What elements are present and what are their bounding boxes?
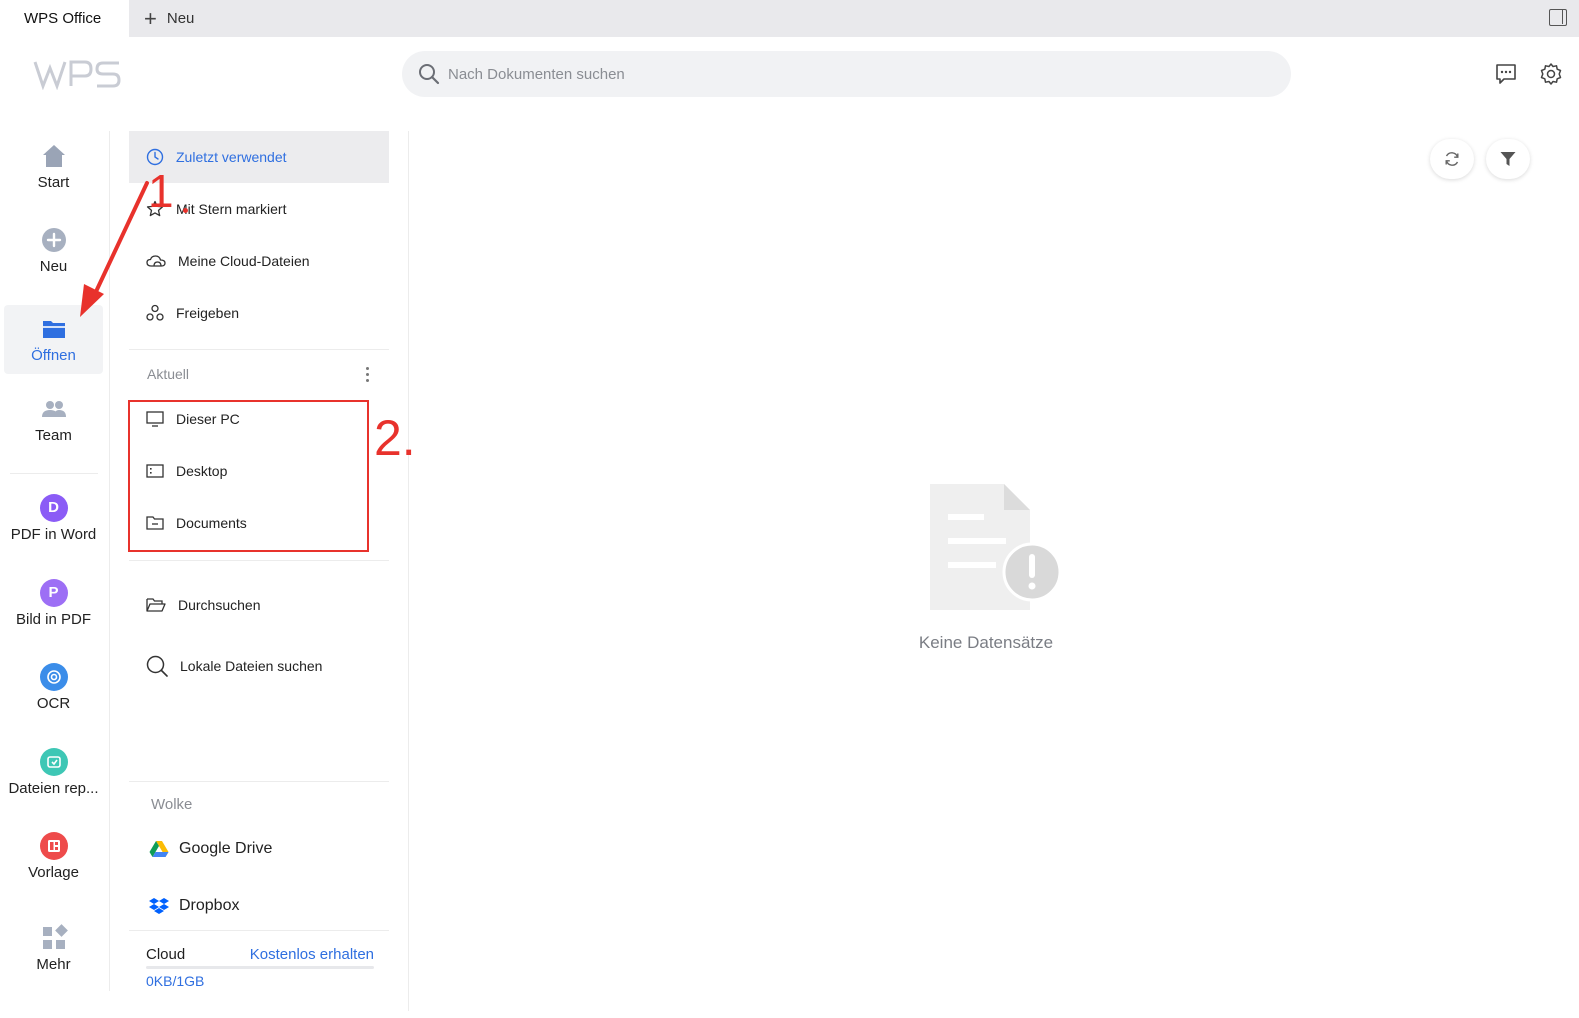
- window-layout-icon[interactable]: [1549, 9, 1567, 26]
- nav-divider: [10, 473, 98, 474]
- nav-image-to-pdf-label: Bild in PDF: [15, 610, 92, 628]
- wps-logo: [33, 60, 121, 90]
- plus-circle-icon: [41, 227, 66, 252]
- nav-more-label: Mehr: [36, 955, 71, 973]
- cloud-storage-row: Cloud Kostenlos erhalten: [146, 946, 374, 963]
- tab-wps-office[interactable]: WPS Office: [0, 0, 129, 37]
- annotation-highlight-box: [128, 400, 369, 552]
- nav-template-label: Vorlage: [28, 863, 79, 881]
- menu-search-local[interactable]: Lokale Dateien suchen: [129, 640, 389, 692]
- search-icon: [419, 64, 440, 85]
- empty-state-text: Keine Datensätze: [918, 633, 1054, 652]
- new-tab-button[interactable]: + Neu: [144, 0, 194, 37]
- menu-starred-label: Mit Stern markiert: [176, 201, 287, 217]
- nav-open-label: Öffnen: [31, 347, 76, 364]
- storage-usage-value: 0KB/1GB: [146, 973, 205, 989]
- cloud-section-label: Wolke: [151, 796, 193, 813]
- search-icon: [146, 655, 168, 677]
- nav-new[interactable]: Neu: [4, 215, 103, 285]
- pdf-to-word-icon: D: [39, 493, 68, 522]
- menu-search-local-label: Lokale Dateien suchen: [180, 658, 323, 674]
- nav-pdf-to-word[interactable]: D PDF in Word: [4, 483, 103, 553]
- menu-share[interactable]: Freigeben: [129, 287, 389, 339]
- apps-grid-icon: [42, 923, 68, 949]
- more-options-icon[interactable]: [359, 364, 375, 384]
- chat-feedback-icon[interactable]: [1494, 62, 1518, 86]
- menu-cloud-files[interactable]: Meine Cloud-Dateien: [129, 235, 389, 287]
- menu-divider: [129, 781, 389, 782]
- menu-divider: [129, 349, 389, 350]
- template-icon: [39, 831, 68, 860]
- menu-cloud-files-label: Meine Cloud-Dateien: [178, 253, 310, 269]
- nav-team-label: Team: [35, 426, 72, 444]
- refresh-icon: [1445, 152, 1459, 166]
- ocr-icon: [39, 662, 68, 691]
- new-tab-label: Neu: [166, 10, 195, 27]
- filter-icon: [1500, 152, 1516, 166]
- current-section-label: Aktuell: [147, 366, 190, 382]
- filter-button[interactable]: [1486, 139, 1530, 179]
- gear-icon[interactable]: [1539, 62, 1563, 86]
- nav-image-to-pdf[interactable]: P Bild in PDF: [4, 568, 103, 638]
- clock-icon: [146, 148, 164, 166]
- document-search-bar[interactable]: [402, 51, 1291, 97]
- refresh-button[interactable]: [1430, 139, 1474, 179]
- folder-icon: [42, 321, 65, 338]
- dropbox-icon: [149, 898, 169, 914]
- team-icon: [41, 400, 66, 417]
- cloud-dropbox[interactable]: Dropbox: [149, 886, 239, 926]
- menu-share-label: Freigeben: [176, 305, 240, 321]
- menu-browse[interactable]: Durchsuchen: [129, 579, 389, 631]
- open-folder-icon: [146, 598, 166, 612]
- menu-divider: [129, 560, 389, 561]
- plus-icon: +: [144, 5, 157, 31]
- annotation-dot: [183, 208, 188, 213]
- nav-more[interactable]: Mehr: [4, 913, 103, 983]
- menu-browse-label: Durchsuchen: [178, 597, 261, 613]
- nav-template[interactable]: Vorlage: [4, 821, 103, 891]
- search-input[interactable]: [448, 65, 1248, 83]
- cloud-icon: [146, 255, 166, 267]
- nav-repair-files-label: Dateien rep...: [8, 779, 99, 797]
- home-icon: [42, 144, 65, 167]
- nav-start[interactable]: Start: [4, 131, 103, 201]
- nav-pdf-to-word-label: PDF in Word: [10, 525, 97, 543]
- main-divider: [408, 131, 409, 1011]
- cloud-dropbox-label: Dropbox: [179, 897, 240, 914]
- share-icon: [146, 304, 164, 321]
- nav-team[interactable]: Team: [4, 384, 103, 454]
- nav-start-label: Start: [37, 173, 70, 191]
- annotation-step-2: 2.: [374, 410, 416, 466]
- menu-recent-label: Zuletzt verwendet: [176, 149, 287, 165]
- menu-divider: [129, 930, 389, 931]
- nav-open[interactable]: Öffnen: [4, 305, 103, 374]
- cloud-storage-label: Cloud: [146, 946, 186, 963]
- storage-progress-bar: [146, 966, 374, 969]
- google-drive-icon: [149, 841, 169, 857]
- nav-repair-files[interactable]: Dateien rep...: [4, 737, 103, 807]
- empty-document-icon: [930, 484, 1062, 610]
- tab-bar: WPS Office + Neu: [0, 0, 1579, 37]
- left-navigation: Start Neu Öffnen Team D PDF in Word P Bi…: [0, 131, 110, 991]
- repair-icon: [39, 747, 68, 776]
- annotation-step-1: 1: [148, 165, 174, 217]
- image-to-pdf-icon: P: [39, 578, 68, 607]
- nav-ocr-label: OCR: [36, 694, 71, 712]
- cloud-google-drive[interactable]: Google Drive: [149, 829, 272, 869]
- cloud-google-drive-label: Google Drive: [179, 840, 273, 857]
- nav-ocr[interactable]: OCR: [4, 652, 103, 722]
- nav-new-label: Neu: [39, 257, 68, 275]
- get-free-storage-link[interactable]: Kostenlos erhalten: [250, 946, 374, 963]
- open-location-panel: Zuletzt verwendet Mit Stern markiert Mei…: [129, 131, 389, 1001]
